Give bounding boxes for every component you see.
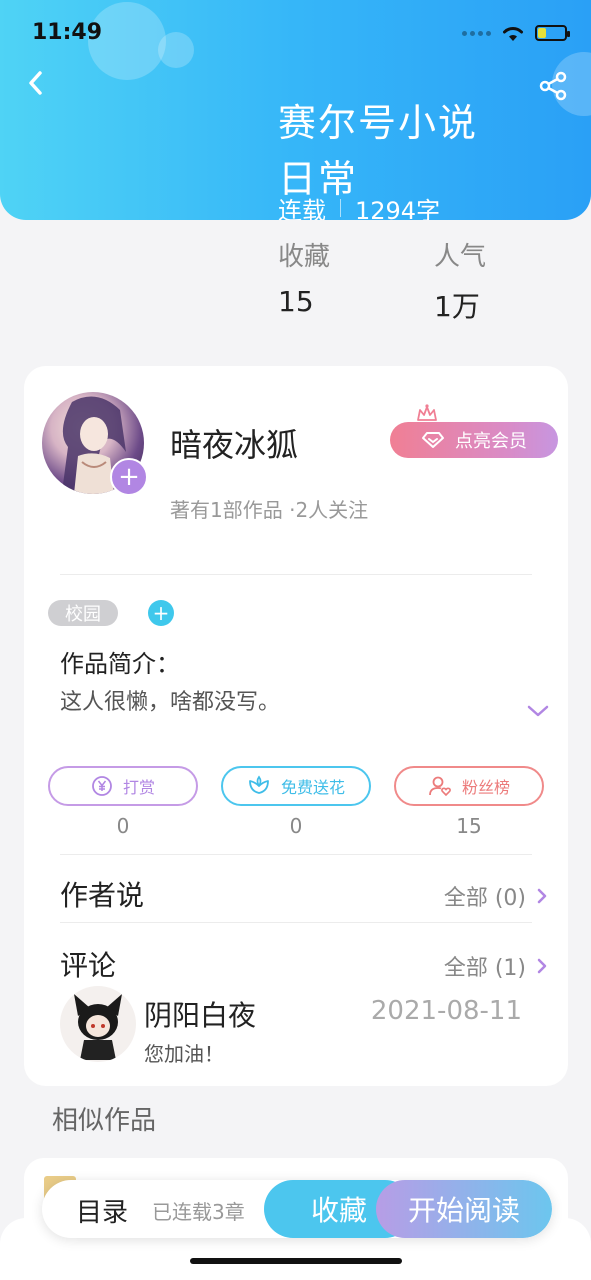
commenter-avatar[interactable] [60,986,136,1062]
signal-icon [462,30,491,36]
chevron-down-icon[interactable] [526,704,550,718]
book-status: 连载 [278,196,326,221]
author-name[interactable]: 暗夜冰狐 [170,420,298,466]
book-genre: 日常 [278,157,359,201]
fan-ranking-button[interactable]: 粉丝榜 [394,766,544,806]
stat-value: 1万 [434,290,480,323]
author-says-count: 全部 (0) [443,886,526,911]
commenter-name[interactable]: 阴阳白夜 [144,994,256,1034]
back-icon[interactable] [22,68,52,98]
flower-icon [249,775,269,794]
toc-button[interactable]: 目录 [76,1192,128,1229]
send-flower-label: 免费送花 [280,778,345,797]
decor-bubble [158,32,194,68]
add-tag-button[interactable]: + [148,600,174,626]
vip-label: 点亮会员 [455,431,527,452]
divider [60,854,532,855]
intro-label: 作品简介： [60,650,180,678]
wifi-icon [503,27,523,41]
stat-favorites: 收藏 15 [278,236,330,318]
fan-count: 15 [456,814,482,838]
intro-text: 这人很懒，啥都没写。 [60,690,281,715]
book-meta: 连载 1294字 [278,196,441,221]
flower-count: 0 [289,814,303,838]
stat-label: 收藏 [278,242,331,272]
similar-works-title: 相似作品 [52,1106,157,1136]
send-flower-button[interactable]: 免费送花 [221,766,371,806]
user-heart-icon [429,776,451,797]
follow-plus-button[interactable]: + [110,458,148,496]
chevron-right-icon [537,888,547,904]
author-says-title: 作者说 [60,879,145,912]
stat-value: 15 [278,285,314,318]
diamond-icon [422,432,444,448]
start-reading-label: 开始阅读 [407,1194,520,1227]
author-says-more[interactable]: 全部 (0) [444,880,548,912]
action-pill: 目录 已连载3章 收藏 开始阅读 [42,1180,552,1238]
book-title: 赛尔号小说 [278,101,479,145]
tip-count: 0 [116,814,130,838]
comments-title: 评论 [60,949,117,982]
author-meta: 著有1部作品 ·2人关注 [170,498,369,522]
tip-label: 打赏 [122,778,155,797]
vip-button[interactable]: 点亮会员 [390,422,558,458]
comment-text: 您加油！ [144,1042,224,1066]
tip-button[interactable]: 打赏 [48,766,198,806]
stat-popularity: 人气 1万 [434,236,486,325]
start-reading-button[interactable]: 开始阅读 [376,1180,552,1238]
status-icons [462,24,570,42]
tag-chip[interactable]: 校园 [48,600,118,626]
meta-divider [340,199,341,217]
author-card: + 暗夜冰狐 著有1部作品 ·2人关注 点亮会员 校园 + 作品简介： 这人很懒… [24,366,568,1086]
book-header: 11:49 赛尔号小说 日常 连载 1294字 [0,0,591,220]
commenter-avatar-art [74,994,122,1060]
toc-info: 已连载3章 [152,1200,245,1224]
home-indicator [190,1258,402,1264]
fan-ranking-label: 粉丝榜 [461,778,510,797]
stat-label: 人气 [434,242,487,272]
word-count: 1294字 [355,196,441,221]
comments-count: 全部 (1) [443,956,526,981]
chevron-right-icon [537,958,547,974]
status-time: 11:49 [32,20,103,45]
share-icon[interactable] [537,70,569,102]
battery-icon [535,25,570,41]
yen-coin-icon [92,776,112,796]
comment-date: 2021-08-11 [370,996,522,1026]
comments-more[interactable]: 全部 (1) [444,950,548,982]
crown-icon [417,404,437,421]
divider [60,922,532,923]
favorite-label: 收藏 [310,1194,367,1227]
divider [60,574,532,575]
